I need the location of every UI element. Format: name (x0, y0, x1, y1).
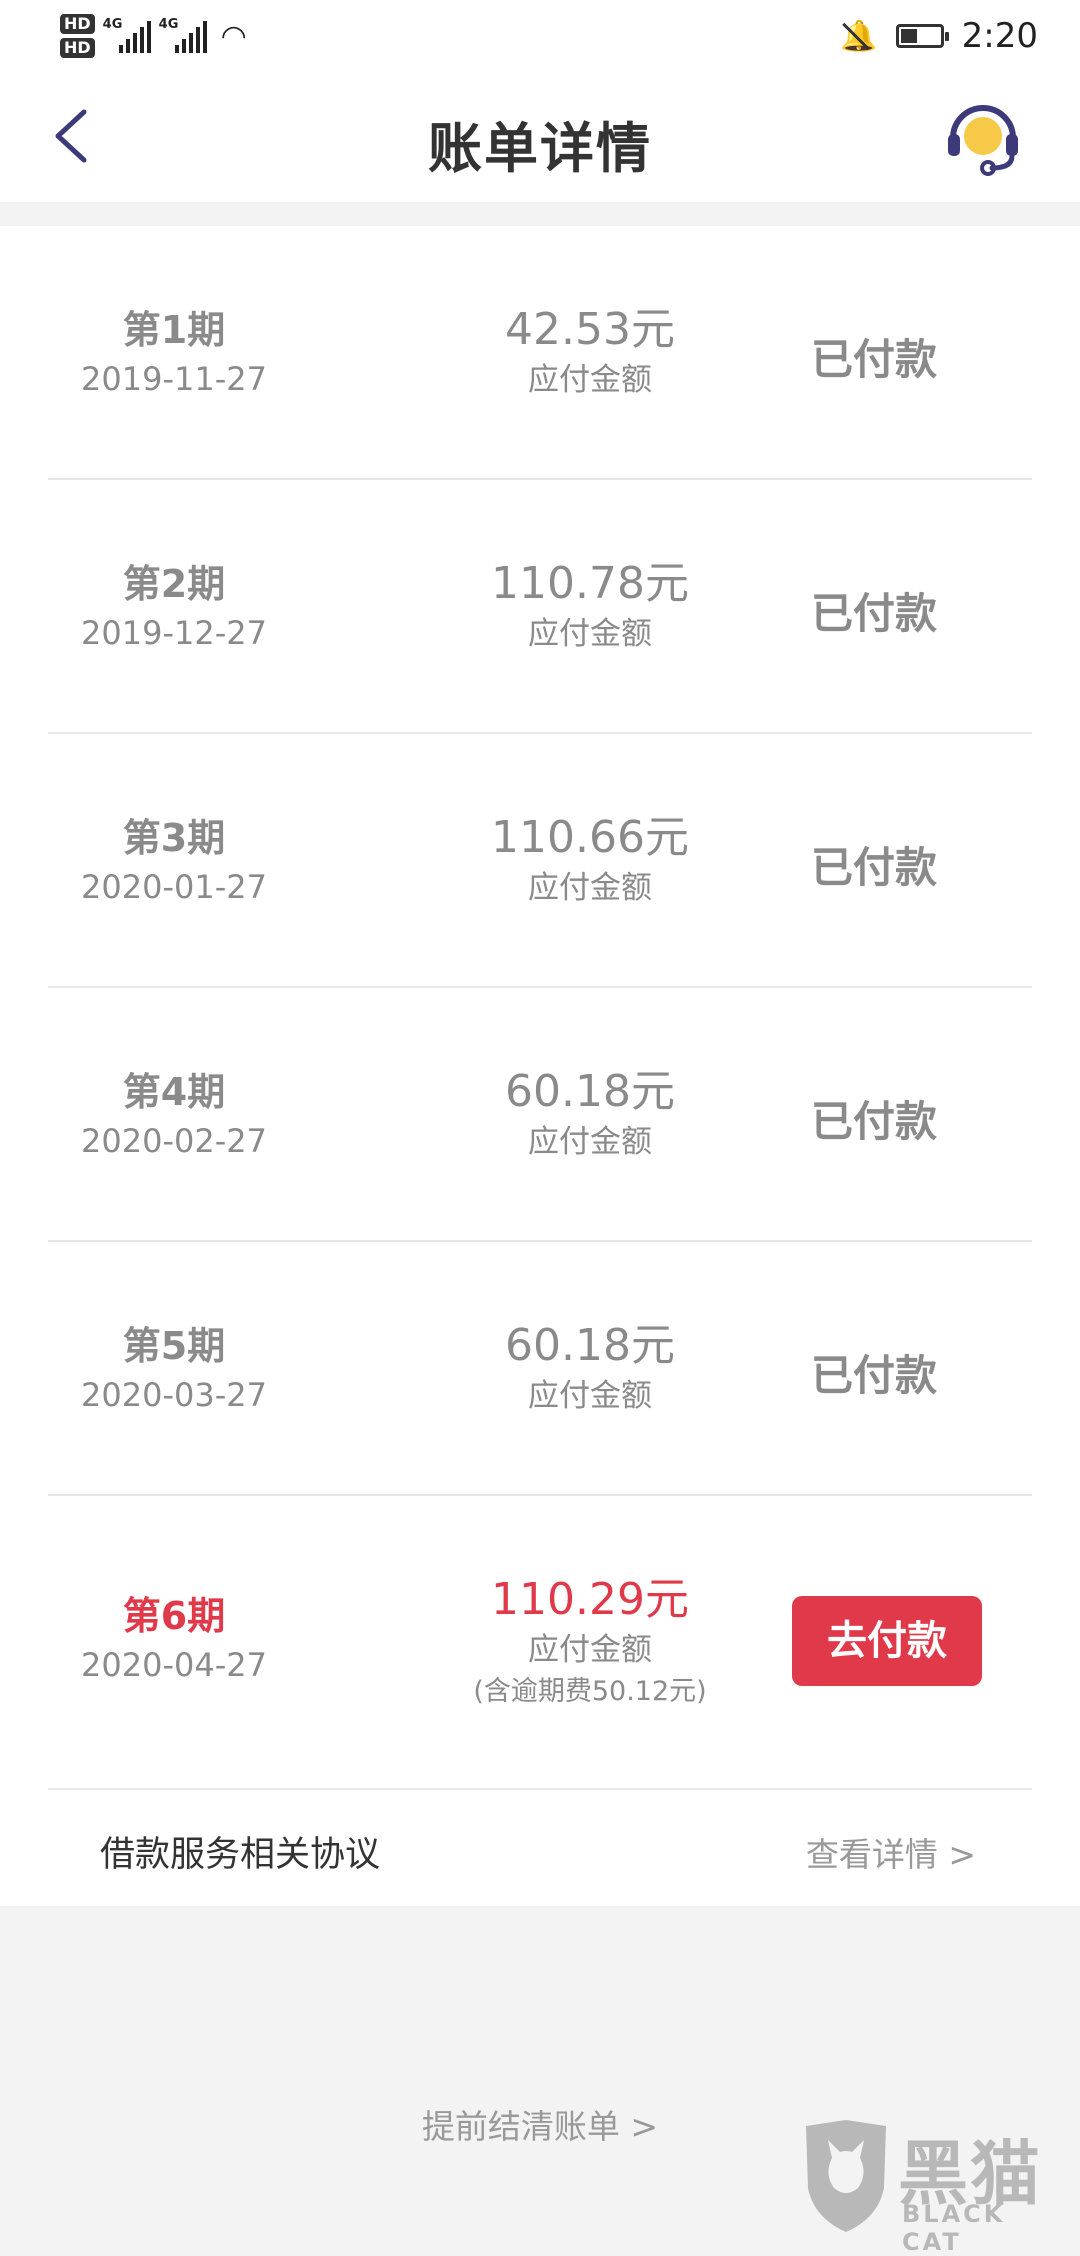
bill-amount-label: 应付金额 (528, 1378, 652, 1414)
bill-period-col: 第2期 2019-12-27 (48, 558, 300, 656)
agreement-row[interactable]: 借款服务相关协议 查看详情 > (0, 1790, 1080, 1908)
bill-amount: 42.53元 (505, 304, 675, 355)
bill-date: 2020-04-27 (81, 1646, 267, 1684)
bill-status: 已付款 (810, 843, 937, 892)
network-type-2: 4G (158, 17, 179, 32)
hd-indicators: HD HD (60, 14, 95, 58)
bill-amount-label: 应付金额 (528, 1124, 652, 1160)
cat-shield-icon (806, 2120, 886, 2232)
bill-period-col: 第6期 2020-04-27 (48, 1590, 300, 1688)
bill-amount-col: 42.53元 应付金额 (390, 302, 790, 402)
bill-amount-label: 应付金额 (528, 1632, 652, 1668)
status-right: 🔔 2:20 (840, 10, 1038, 62)
customer-service-button[interactable] (944, 98, 1022, 178)
network-type-1: 4G (102, 17, 123, 32)
bill-amount-col: 110.29元 应付金额 (含逾期费50.12元) (390, 1572, 790, 1712)
bill-period-col: 第1期 2019-11-27 (48, 304, 300, 402)
bill-amount-label: 应付金额 (528, 870, 652, 906)
bill-status: 已付款 (810, 335, 937, 384)
signal-icon-2: 4G (158, 17, 207, 53)
bill-amount: 60.18元 (505, 1320, 675, 1371)
bill-amount-col: 60.18元 应付金额 (390, 1318, 790, 1418)
bill-amount: 60.18元 (505, 1066, 675, 1117)
bill-row-1: 第1期 2019-11-27 42.53元 应付金额 已付款 (48, 226, 1032, 480)
bell-muted-icon: 🔔 (840, 18, 878, 54)
bill-period: 第5期 (122, 1324, 226, 1368)
bill-row-3: 第3期 2020-01-27 110.66元 应付金额 已付款 (48, 734, 1032, 988)
wifi-icon: ◠ (220, 18, 247, 54)
bill-period-col: 第5期 2020-03-27 (48, 1320, 300, 1418)
bill-period-col: 第4期 2020-02-27 (48, 1066, 300, 1164)
bill-status: 已付款 (810, 1351, 937, 1400)
bill-row-4: 第4期 2020-02-27 60.18元 应付金额 已付款 (48, 988, 1032, 1242)
clock: 2:20 (961, 16, 1038, 56)
bill-amount-col: 60.18元 应付金额 (390, 1064, 790, 1164)
status-bar: HD HD 4G 4G ◠ 🔔 2:20 (0, 0, 1080, 72)
bill-list: 第1期 2019-11-27 42.53元 应付金额 已付款 第2期 2019-… (0, 226, 1080, 1906)
bill-date: 2020-03-27 (81, 1376, 267, 1414)
agreement-label: 借款服务相关协议 (100, 1835, 381, 1875)
status-left: HD HD 4G 4G ◠ (60, 8, 247, 64)
bill-date: 2020-02-27 (81, 1122, 267, 1160)
bill-row-5: 第5期 2020-03-27 60.18元 应付金额 已付款 (48, 1242, 1032, 1496)
bill-row-2: 第2期 2019-12-27 110.78元 应付金额 已付款 (48, 480, 1032, 734)
bill-amount: 110.78元 (491, 558, 689, 609)
watermark-text-en: BLACK CAT (902, 2200, 1006, 2256)
bill-date: 2019-11-27 (81, 360, 267, 398)
bill-period: 第2期 (122, 562, 226, 606)
bill-period: 第1期 (122, 308, 226, 352)
bill-row-6: 第6期 2020-04-27 110.29元 应付金额 (含逾期费50.12元)… (48, 1496, 1032, 1790)
bill-amount-label: 应付金额 (528, 362, 652, 398)
watermark-logo: 黑猫 BLACK CAT (798, 2118, 1068, 2256)
hd1-icon: HD (60, 14, 95, 34)
bill-date: 2020-01-27 (81, 868, 267, 906)
bill-date: 2019-12-27 (81, 614, 267, 652)
bill-status: 已付款 (810, 589, 937, 638)
bill-amount-label: 应付金额 (528, 616, 652, 652)
headset-icon (948, 105, 1018, 176)
bill-period: 第6期 (122, 1594, 226, 1638)
bill-period: 第4期 (122, 1070, 226, 1114)
bill-amount-col: 110.66元 应付金额 (390, 810, 790, 910)
nav-bar: 账单详情 (0, 72, 1080, 202)
overdue-fee-note: (含逾期费50.12元) (473, 1676, 707, 1707)
bill-period-col: 第3期 2020-01-27 (48, 812, 300, 910)
hd2-icon: HD (60, 38, 95, 58)
battery-icon (895, 24, 949, 48)
bill-amount: 110.66元 (491, 812, 689, 863)
bill-status: 已付款 (810, 1097, 937, 1146)
bill-period: 第3期 (122, 816, 226, 860)
bill-amount: 110.29元 (491, 1574, 689, 1625)
view-details-link[interactable]: 查看详情 > (806, 1828, 976, 1876)
page-title: 账单详情 (428, 117, 652, 180)
bill-amount-col: 110.78元 应付金额 (390, 556, 790, 656)
pay-now-button[interactable]: 去付款 (792, 1596, 982, 1686)
signal-icon-1: 4G (102, 17, 151, 53)
